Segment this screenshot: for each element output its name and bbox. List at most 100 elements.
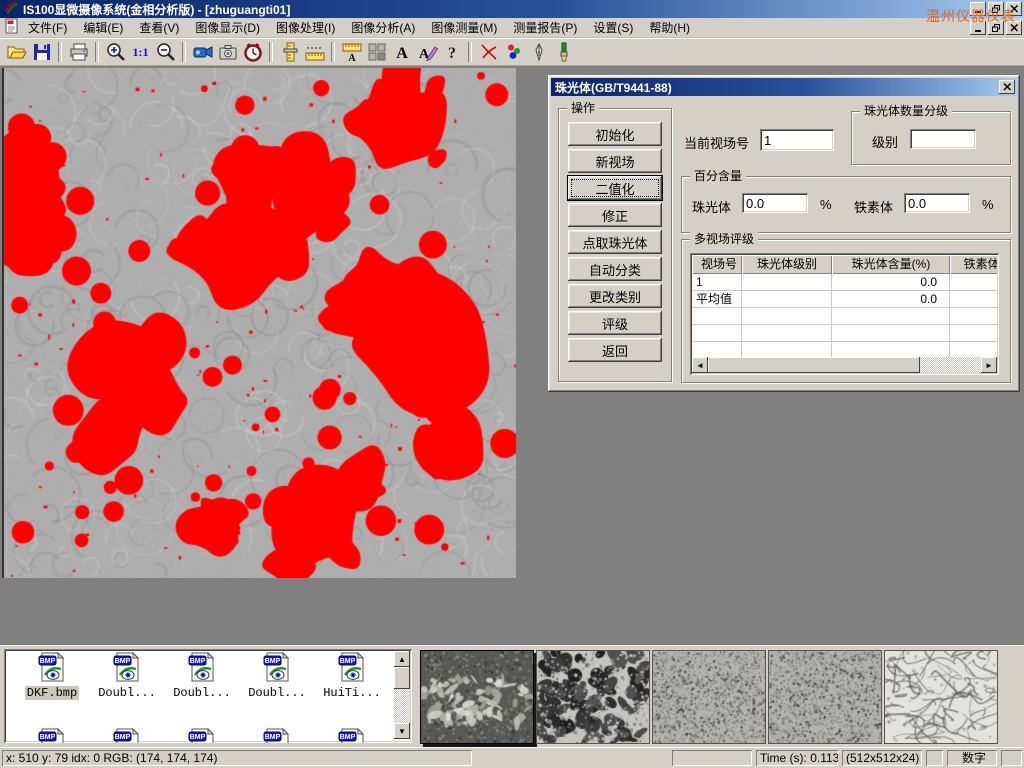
thumbnail-2[interactable] — [536, 650, 650, 744]
table-header-row: 视场号珠光体级别珠光体含量(%)铁素体含量(%) — [692, 255, 997, 274]
table-row[interactable] — [692, 325, 997, 342]
grade-input[interactable] — [910, 129, 976, 149]
timer-icon[interactable] — [240, 40, 265, 64]
menu-item-image-analysis[interactable]: 图像分析(A) — [343, 19, 423, 37]
file-item[interactable]: BMP — [241, 728, 313, 743]
toolbar-separator — [331, 42, 335, 62]
close-button[interactable] — [1006, 21, 1022, 35]
capture-icon[interactable] — [215, 40, 240, 64]
table-row[interactable] — [692, 342, 997, 357]
brush-icon[interactable] — [551, 40, 576, 64]
menu-item-edit[interactable]: 编辑(E) — [75, 19, 131, 37]
ruler-icon[interactable] — [302, 40, 327, 64]
measure-icon[interactable]: A — [339, 40, 364, 64]
file-item[interactable]: BMPDoubl... — [91, 652, 163, 700]
bottom-panel: BMPDKF.bmpBMPDoubl...BMPDoubl...BMPDoubl… — [0, 645, 1024, 747]
help-icon[interactable]: ? — [439, 40, 464, 64]
caliper-icon[interactable] — [277, 40, 302, 64]
menu-item-help[interactable]: 帮助(H) — [641, 19, 698, 37]
window-title: IS100显微摄像系统(金相分析版) - [zhuguangti01] — [23, 1, 290, 18]
status-empty-3 — [1001, 750, 1022, 766]
file-item[interactable]: BMPDKF.bmp — [16, 652, 88, 700]
op-button-return[interactable]: 返回 — [568, 338, 662, 362]
restore-button[interactable] — [988, 21, 1004, 35]
menu-item-view[interactable]: 查看(V) — [131, 19, 187, 37]
column-header-0[interactable]: 视场号 — [692, 255, 742, 274]
minimize-button[interactable] — [970, 2, 986, 16]
file-item[interactable]: BMPDoubl... — [241, 652, 313, 700]
actual-size-icon[interactable]: 1:1 — [128, 40, 153, 64]
op-button-new-field[interactable]: 新视场 — [568, 149, 662, 173]
dialog-title: 珠光体(GB/T9441-88) — [555, 79, 672, 96]
table-cell — [692, 325, 742, 342]
table-row[interactable] — [692, 308, 997, 325]
svg-text:BMP: BMP — [265, 658, 281, 665]
pearlite-input[interactable] — [742, 193, 808, 213]
file-item[interactable]: BMPDoubl... — [166, 652, 238, 700]
thumbnail-1[interactable] — [420, 650, 534, 744]
file-item[interactable]: BMP — [91, 728, 163, 743]
table-horizontal-scrollbar[interactable]: ◄ ► — [692, 357, 997, 373]
close-button[interactable] — [1006, 2, 1022, 16]
zoom-out-icon[interactable] — [153, 40, 178, 64]
op-button-binarize[interactable]: 二值化 — [568, 176, 662, 200]
column-header-3[interactable]: 铁素体含量(%) — [950, 255, 997, 274]
scroll-left-button[interactable]: ◄ — [692, 357, 708, 373]
restore-button[interactable] — [988, 2, 1004, 16]
file-item[interactable]: BMPHuiTi... — [316, 652, 388, 700]
toolbar-separator — [468, 42, 472, 62]
annotate-icon[interactable]: A — [414, 40, 439, 64]
scroll-right-button[interactable]: ► — [981, 357, 997, 373]
app-icon — [3, 0, 19, 19]
op-button-initialize[interactable]: 初始化 — [568, 122, 662, 146]
text-icon[interactable]: A — [389, 40, 414, 64]
thumbnail-5[interactable] — [884, 650, 998, 744]
thumbnail-3[interactable] — [652, 650, 766, 744]
metallographic-image[interactable] — [2, 68, 516, 578]
open-icon[interactable] — [4, 40, 29, 64]
scrollbar-thumb[interactable] — [708, 357, 920, 373]
menu-item-file[interactable]: 文件(F) — [20, 19, 75, 37]
menu-item-image-process[interactable]: 图像处理(I) — [268, 19, 343, 37]
op-button-auto-classify[interactable]: 自动分类 — [568, 257, 662, 281]
thumbnail-4[interactable] — [768, 650, 882, 744]
file-name: Doubl... — [171, 686, 233, 700]
menu-items: 文件(F)编辑(E)查看(V)图像显示(D)图像处理(I)图像分析(A)图像测量… — [20, 19, 698, 36]
file-list-scrollbar[interactable]: ▲ ▼ — [394, 651, 410, 739]
file-item[interactable]: BMP — [16, 728, 88, 743]
pearlite-percent-sign: % — [820, 197, 832, 212]
op-button-grade[interactable]: 评级 — [568, 311, 662, 335]
table-row[interactable]: 平均值0.0 — [692, 291, 997, 308]
dialog-close-button[interactable] — [999, 80, 1015, 94]
current-view-input[interactable] — [760, 129, 834, 151]
tile-icon[interactable] — [364, 40, 389, 64]
column-header-1[interactable]: 珠光体级别 — [742, 255, 832, 274]
file-item[interactable]: BMP — [316, 728, 388, 743]
op-button-pick-pearlite[interactable]: 点取珠光体 — [568, 230, 662, 254]
minimize-button[interactable] — [970, 21, 986, 35]
menu-item-image-display[interactable]: 图像显示(D) — [187, 19, 268, 37]
scroll-up-button[interactable]: ▲ — [394, 651, 410, 667]
menu-item-settings[interactable]: 设置(S) — [585, 19, 641, 37]
menu-item-report[interactable]: 测量报告(P) — [505, 19, 585, 37]
scroll-down-button[interactable]: ▼ — [394, 723, 410, 739]
column-header-2[interactable]: 珠光体含量(%) — [832, 255, 950, 274]
table-cell — [742, 308, 832, 325]
dialog-title-bar[interactable]: 珠光体(GB/T9441-88) — [551, 78, 1017, 96]
print-icon[interactable] — [66, 40, 91, 64]
op-button-correct[interactable]: 修正 — [568, 203, 662, 227]
scrollbar-thumb[interactable] — [394, 667, 410, 689]
curve-icon[interactable] — [476, 40, 501, 64]
save-icon[interactable] — [29, 40, 54, 64]
pen-icon[interactable] — [526, 40, 551, 64]
table-cell: 0.0 — [832, 274, 950, 291]
ferrite-input[interactable] — [904, 193, 970, 213]
menu-item-image-measure[interactable]: 图像测量(M) — [423, 19, 505, 37]
document-icon[interactable] — [4, 18, 20, 37]
zoom-in-icon[interactable] — [103, 40, 128, 64]
file-item[interactable]: BMP — [166, 728, 238, 743]
video-camera-icon[interactable] — [190, 40, 215, 64]
color-dots-icon[interactable] — [501, 40, 526, 64]
table-row[interactable]: 10.0 — [692, 274, 997, 291]
op-button-change-class[interactable]: 更改类别 — [568, 284, 662, 308]
